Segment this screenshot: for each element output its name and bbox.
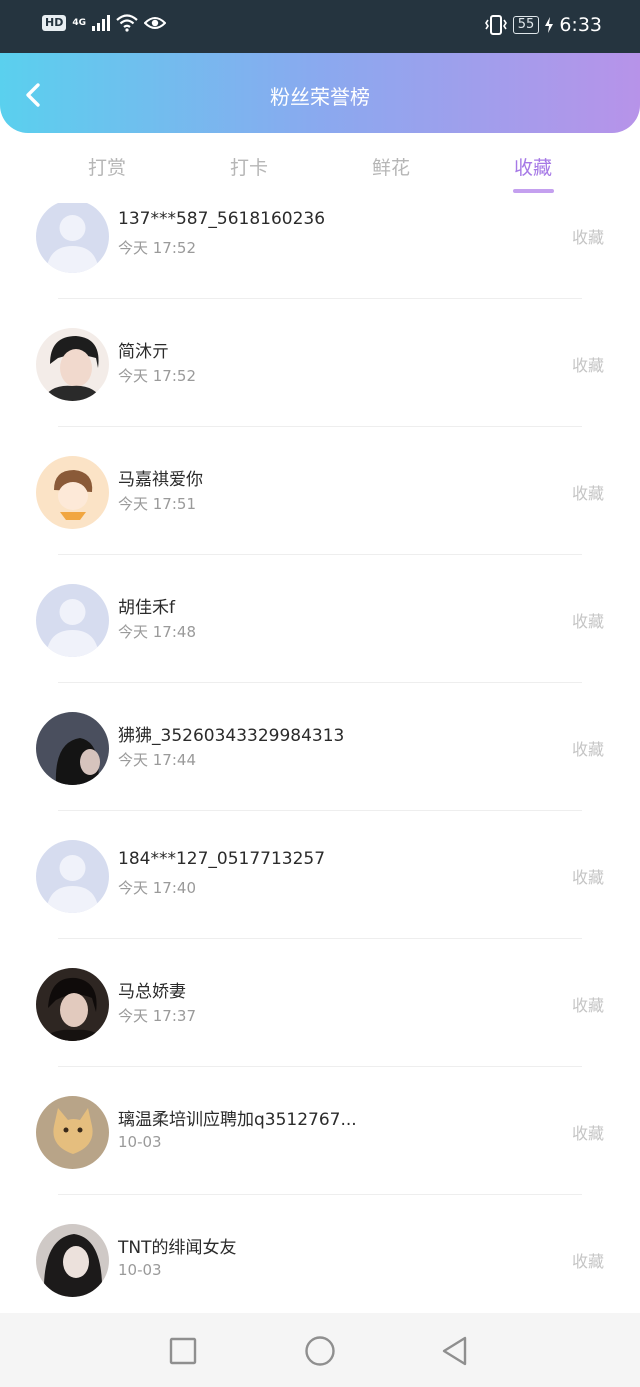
vibrate-icon — [484, 15, 507, 35]
fan-time: 今天 17:37 — [118, 1007, 196, 1025]
tab-checkin[interactable]: 打卡 — [194, 153, 304, 180]
tab-label: 打赏 — [87, 157, 126, 179]
home-button[interactable] — [303, 1334, 337, 1368]
tab-label: 收藏 — [513, 157, 552, 179]
fan-time: 今天 17:51 — [118, 495, 196, 513]
active-tab-indicator — [512, 189, 554, 193]
favorite-label: 收藏 — [571, 228, 604, 247]
charging-icon — [545, 17, 554, 33]
page-title: 粉丝荣誉榜 — [270, 85, 370, 109]
wifi-icon — [116, 14, 138, 32]
status-bar: HD 4G 55 6:33 — [0, 0, 640, 53]
hd-badge: HD — [42, 15, 67, 31]
fan-time: 今天 17:40 — [118, 879, 196, 897]
tab-label: 鲜花 — [371, 157, 410, 179]
triangle-back-icon — [442, 1336, 467, 1366]
list-item[interactable]: 璃温柔培训应聘加q3512767... 10-03 收藏 — [0, 1066, 640, 1195]
default-avatar[interactable] — [36, 203, 109, 273]
favorite-label: 收藏 — [571, 996, 604, 1015]
list-item[interactable]: 狒狒_35260343329984313 今天 17:44 收藏 — [0, 682, 640, 811]
fan-name: 璃温柔培训应聘加q3512767... — [118, 1110, 357, 1130]
list-item[interactable]: 马嘉祺爱你 今天 17:51 收藏 — [0, 426, 640, 555]
fan-name: 胡佳禾f — [118, 598, 175, 618]
system-nav-bar — [0, 1313, 640, 1387]
tab-reward[interactable]: 打赏 — [52, 153, 162, 180]
battery-level: 55 — [512, 16, 540, 34]
default-avatar[interactable] — [36, 584, 109, 657]
fan-time: 10-03 — [118, 1133, 162, 1151]
photo-avatar[interactable] — [36, 328, 109, 401]
favorite-label: 收藏 — [571, 868, 604, 887]
square-icon — [169, 1337, 197, 1365]
fan-time: 今天 17:52 — [118, 367, 196, 385]
fan-time: 今天 17:48 — [118, 623, 196, 641]
photo-avatar[interactable] — [36, 968, 109, 1041]
circle-icon — [305, 1336, 335, 1366]
tab-favorites[interactable]: 收藏 — [478, 153, 588, 193]
network-type: 4G — [72, 18, 86, 28]
divider — [58, 1194, 582, 1195]
divider — [58, 810, 582, 811]
favorite-label: 收藏 — [571, 356, 604, 375]
default-avatar[interactable] — [36, 840, 109, 913]
signal-icon — [92, 15, 110, 31]
list-item[interactable]: 马总娇妻 今天 17:37 收藏 — [0, 938, 640, 1067]
favorite-label: 收藏 — [571, 740, 604, 759]
divider — [58, 426, 582, 427]
divider — [58, 938, 582, 939]
fan-name: 马总娇妻 — [118, 982, 186, 1002]
list-item[interactable]: TNT的绯闻女友 10-03 收藏 — [0, 1194, 640, 1313]
divider — [58, 1066, 582, 1067]
photo-avatar[interactable] — [36, 1224, 109, 1297]
list-item[interactable]: 简沐亓 今天 17:52 收藏 — [0, 298, 640, 427]
fan-time: 10-03 — [118, 1261, 162, 1279]
recents-button[interactable] — [166, 1334, 200, 1368]
divider — [58, 298, 582, 299]
fan-name: 狒狒_35260343329984313 — [118, 726, 345, 746]
eye-icon — [144, 17, 166, 29]
fan-name: TNT的绯闻女友 — [118, 1238, 237, 1258]
cartoon-avatar[interactable] — [36, 456, 109, 529]
list-item[interactable]: 胡佳禾f 今天 17:48 收藏 — [0, 554, 640, 683]
fan-name: 简沐亓 — [118, 342, 169, 362]
tab-label: 打卡 — [229, 157, 268, 179]
status-time: 6:33 — [559, 14, 602, 36]
favorite-label: 收藏 — [571, 1252, 604, 1271]
fan-time: 今天 17:44 — [118, 751, 196, 769]
divider — [58, 554, 582, 555]
fan-name: 马嘉祺爱你 — [118, 470, 203, 490]
fan-list[interactable]: 137***587_5618160236 今天 17:52 收藏 简沐亓 今天 … — [0, 203, 640, 1313]
favorite-label: 收藏 — [571, 1124, 604, 1143]
nav-back-button[interactable] — [438, 1334, 472, 1368]
list-item[interactable]: 184***127_0517713257 今天 17:40 收藏 — [0, 810, 640, 939]
favorite-label: 收藏 — [571, 612, 604, 631]
fan-time: 今天 17:52 — [118, 239, 196, 257]
list-item[interactable]: 137***587_5618160236 今天 17:52 收藏 — [0, 203, 640, 299]
tab-flowers[interactable]: 鲜花 — [336, 153, 446, 180]
favorite-label: 收藏 — [571, 484, 604, 503]
cat-avatar[interactable] — [36, 1096, 109, 1169]
header-bar: 粉丝荣誉榜 — [0, 53, 640, 133]
fan-name: 184***127_0517713257 — [118, 849, 326, 869]
divider — [58, 682, 582, 683]
status-left: HD 4G — [42, 14, 166, 32]
photo-avatar[interactable] — [36, 712, 109, 785]
tab-bar: 打赏 打卡 鲜花 收藏 — [0, 133, 640, 203]
status-right: 55 6:33 — [484, 14, 602, 36]
fan-name: 137***587_5618160236 — [118, 209, 326, 229]
